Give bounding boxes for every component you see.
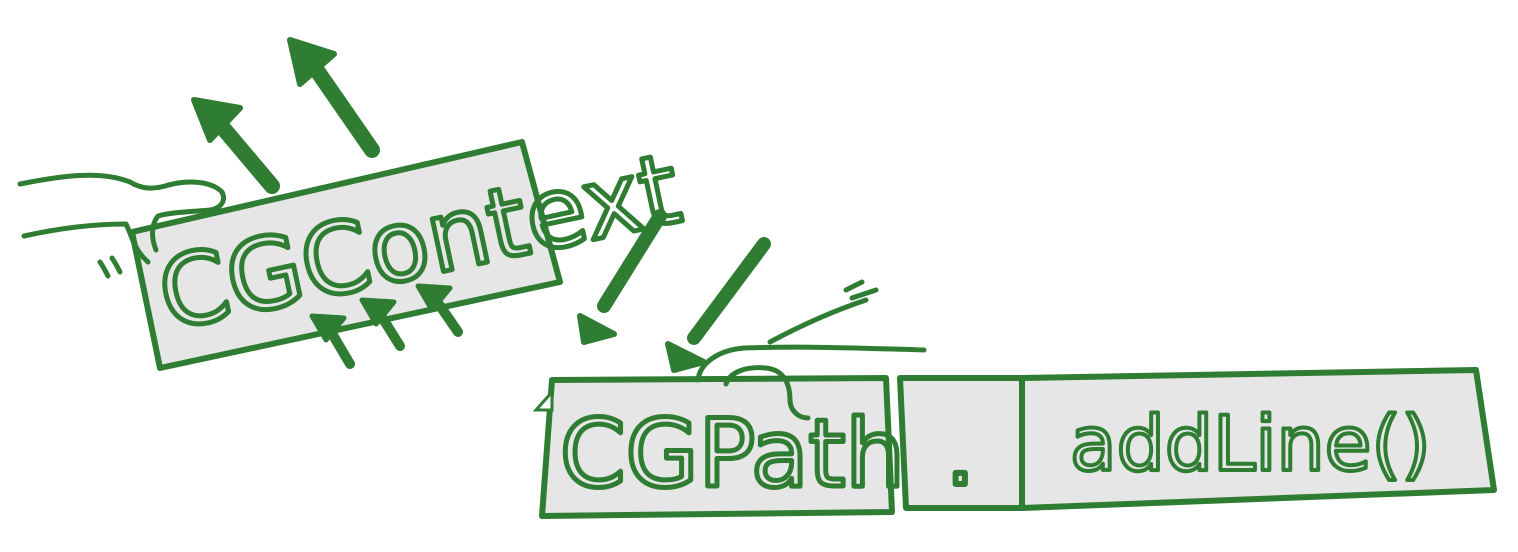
box-corner-fold — [532, 388, 554, 412]
cgpath-label: CGPath — [560, 400, 905, 509]
dot-block: . — [897, 375, 1025, 511]
arrow-down-icon — [687, 237, 771, 345]
arrow-up-icon — [210, 114, 280, 194]
diagram-canvas: CGContext CGPath . addLine() — [17, 37, 1497, 519]
method-label: addLine() — [1070, 399, 1431, 488]
arrow-down-icon — [665, 341, 707, 373]
arrow-up-icon — [310, 64, 380, 158]
arrow-down-icon — [577, 313, 617, 345]
method-block: addLine() — [1019, 367, 1497, 511]
cgpath-block: CGPath — [539, 375, 907, 519]
dot-label: . — [946, 401, 975, 506]
